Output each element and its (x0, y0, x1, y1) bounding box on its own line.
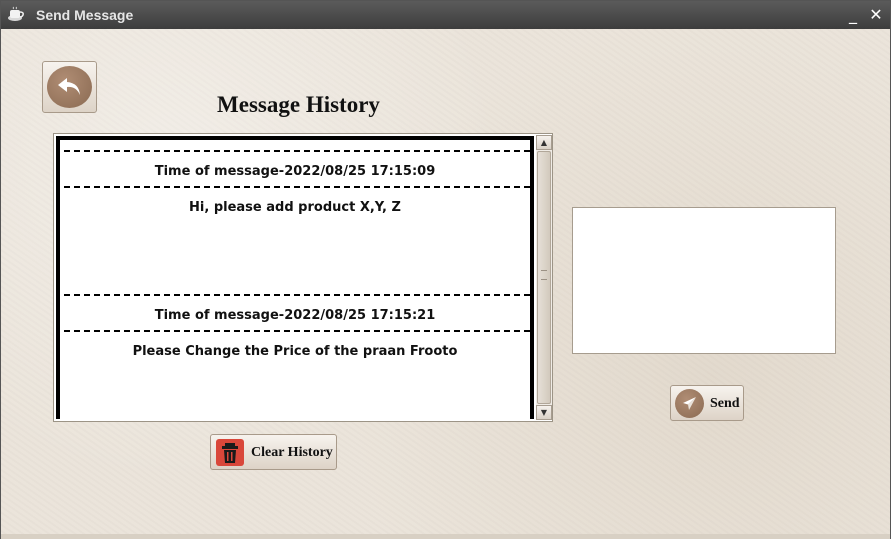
scroll-thumb[interactable] (537, 151, 551, 404)
paper-plane-icon (675, 389, 704, 418)
divider (64, 294, 530, 296)
message-text: Hi, please add product X,Y, Z (189, 200, 401, 215)
message-time: Time of message-2022/08/25 17:15:09 (154, 164, 436, 179)
reply-arrow-icon (47, 66, 92, 108)
divider (64, 186, 530, 188)
divider (64, 150, 530, 152)
trash-icon (216, 439, 244, 466)
scroll-up-button[interactable]: ▲ (536, 135, 552, 150)
minimize-button[interactable]: _ (844, 5, 862, 25)
coffee-cup-icon (7, 6, 25, 22)
clear-history-button[interactable]: Clear History (210, 434, 337, 470)
divider (64, 330, 530, 332)
grip-icon (541, 270, 547, 280)
send-button[interactable]: Send (670, 385, 744, 421)
message-text: Please Change the Price of the praan Fro… (132, 344, 458, 359)
clear-history-label: Clear History (251, 445, 333, 460)
vertical-scrollbar[interactable]: ▲ ▼ (536, 135, 552, 420)
message-time: Time of message-2022/08/25 17:15:21 (154, 308, 436, 323)
message-input[interactable] (572, 207, 836, 354)
window-title: Send Message (36, 7, 134, 23)
window-bottom-edge (1, 534, 890, 539)
message-history-list: Time of message-2022/08/25 17:15:09 Hi, … (56, 136, 534, 419)
send-message-window: Send Message _ ✕ Message History Time of… (0, 0, 891, 539)
close-button[interactable]: ✕ (867, 5, 885, 25)
message-history-panel[interactable]: Time of message-2022/08/25 17:15:09 Hi, … (53, 133, 553, 422)
send-label: Send (710, 396, 740, 411)
back-button[interactable] (42, 61, 97, 113)
title-bar[interactable]: Send Message _ ✕ (1, 1, 890, 29)
scroll-down-button[interactable]: ▼ (536, 405, 552, 420)
message-history-heading: Message History (217, 92, 380, 117)
